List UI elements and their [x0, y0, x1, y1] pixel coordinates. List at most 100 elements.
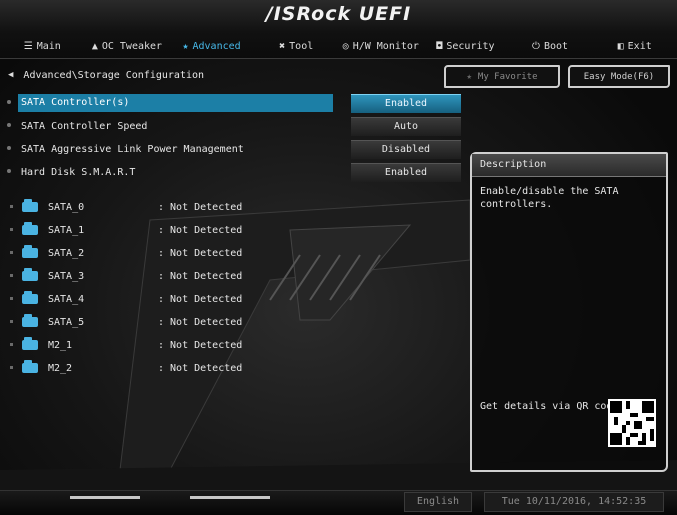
- easy-mode-button[interactable]: Easy Mode(F6): [568, 65, 670, 88]
- my-favorite-button[interactable]: ★ My Favorite: [444, 65, 560, 88]
- device-name: SATA_5: [48, 316, 85, 328]
- device-row: SATA_4 : Not Detected: [10, 289, 310, 309]
- option-row[interactable]: Hard Disk S.M.A.R.T Enabled: [7, 162, 461, 182]
- bullet-icon: [10, 205, 13, 208]
- drive-folder-icon: [22, 222, 38, 235]
- device-name: SATA_2: [48, 247, 85, 259]
- description-text: Enable/disable the SATA controllers.: [480, 186, 619, 210]
- rocket-icon: ▲: [91, 40, 98, 52]
- star-icon: ★: [466, 71, 472, 82]
- option-label: SATA Aggressive Link Power Management: [21, 143, 244, 155]
- tools-icon: ✖: [279, 40, 286, 52]
- device-row: SATA_0 : Not Detected: [10, 197, 310, 217]
- option-label: SATA Controller Speed: [21, 120, 148, 132]
- exit-icon: ◧: [617, 40, 624, 52]
- device-row: SATA_1 : Not Detected: [10, 220, 310, 240]
- date-time: Tue 10/11/2016, 14:52:35: [484, 492, 664, 512]
- device-status: : Not Detected: [158, 293, 243, 305]
- drive-folder-icon: [22, 360, 38, 373]
- bottom-decor-stripe: [70, 496, 140, 499]
- option-row[interactable]: SATA Controller(s) Enabled: [7, 93, 461, 113]
- device-row: M2_1 : Not Detected: [10, 335, 310, 355]
- option-row[interactable]: SATA Controller Speed Auto: [7, 116, 461, 136]
- breadcrumb: ◀ Advanced\Storage Configuration: [8, 66, 204, 84]
- tab-label: OC Tweaker: [101, 40, 163, 52]
- monitor-icon: ◎: [342, 40, 349, 52]
- power-icon: ⏻: [532, 40, 540, 52]
- drive-folder-icon: [22, 245, 38, 258]
- option-value-button[interactable]: Enabled: [351, 162, 461, 182]
- tab-tool[interactable]: ✖ Tool: [254, 36, 339, 56]
- bullet-icon: [10, 251, 13, 254]
- device-status: : Not Detected: [158, 316, 243, 328]
- language-selector[interactable]: English: [404, 492, 472, 512]
- bottom-decor-stripe: [190, 496, 270, 499]
- option-label: SATA Controller(s): [18, 94, 333, 112]
- tab-label: H/W Monitor: [352, 40, 419, 52]
- main-menu: ☰ Main ▲ OC Tweaker ★ Advanced ✖ Tool ◎ H/W Monit…: [0, 36, 677, 56]
- drive-folder-icon: [22, 337, 38, 350]
- back-arrow-icon[interactable]: ◀: [8, 70, 13, 80]
- bullet-icon: [7, 146, 11, 150]
- shield-icon: ◘: [436, 40, 443, 52]
- qr-label: Get details via QR code: [480, 401, 619, 412]
- device-row: SATA_5 : Not Detected: [10, 312, 310, 332]
- device-row: SATA_2 : Not Detected: [10, 243, 310, 263]
- tab-label: Security: [446, 40, 495, 52]
- option-value-button[interactable]: Disabled: [351, 139, 461, 159]
- bullet-icon: [7, 100, 11, 104]
- star-icon: ★: [182, 40, 189, 52]
- tab-exit[interactable]: ◧ Exit: [592, 36, 677, 56]
- drive-folder-icon: [22, 199, 38, 212]
- my-favorite-label: My Favorite: [477, 71, 538, 82]
- device-name: SATA_3: [48, 270, 85, 282]
- device-name: SATA_4: [48, 293, 85, 305]
- device-status: : Not Detected: [158, 224, 243, 236]
- tab-label: Boot: [543, 40, 569, 52]
- tab-label: Exit: [627, 40, 652, 52]
- option-row[interactable]: SATA Aggressive Link Power Management Dis…: [7, 139, 461, 159]
- tab-boot[interactable]: ⏻ Boot: [508, 36, 593, 56]
- brand-logo: /ISRock UEFI: [265, 3, 412, 25]
- device-name: SATA_0: [48, 201, 85, 213]
- description-title: Description: [472, 154, 666, 177]
- description-panel: Description Enable/disable the SATA cont…: [470, 152, 668, 472]
- device-name: M2_2: [48, 362, 73, 374]
- tab-label: Advanced: [192, 40, 241, 52]
- drive-folder-icon: [22, 314, 38, 327]
- tab-label: Main: [36, 40, 61, 52]
- device-name: M2_1: [48, 339, 73, 351]
- tab-oc-tweaker[interactable]: ▲ OC Tweaker: [85, 36, 170, 56]
- device-status: : Not Detected: [158, 339, 243, 351]
- device-status: : Not Detected: [158, 201, 243, 213]
- device-row: M2_2 : Not Detected: [10, 358, 310, 378]
- bullet-icon: [10, 297, 13, 300]
- option-label: Hard Disk S.M.A.R.T: [21, 166, 136, 178]
- bullet-icon: [7, 123, 11, 127]
- bullet-icon: [10, 366, 13, 369]
- tab-main[interactable]: ☰ Main: [0, 36, 85, 56]
- bullet-icon: [10, 274, 13, 277]
- tab-label: Tool: [289, 40, 314, 52]
- device-status: : Not Detected: [158, 270, 243, 282]
- list-icon: ☰: [23, 40, 33, 52]
- option-value-button[interactable]: Enabled: [351, 93, 461, 113]
- tab-h-w-monitor[interactable]: ◎ H/W Monitor: [339, 36, 424, 56]
- qr-code-icon: [608, 399, 656, 447]
- bullet-icon: [7, 169, 11, 173]
- device-name: SATA_1: [48, 224, 85, 236]
- tab-security[interactable]: ◘ Security: [423, 36, 508, 56]
- breadcrumb-path: Advanced\Storage Configuration: [23, 69, 205, 81]
- device-status: : Not Detected: [158, 362, 243, 374]
- top-bar: /ISRock UEFI ☰ Main ▲ OC Tweaker ★ Advanced ✖ T…: [0, 0, 677, 59]
- bullet-icon: [10, 320, 13, 323]
- device-row: SATA_3 : Not Detected: [10, 266, 310, 286]
- drive-folder-icon: [22, 268, 38, 281]
- easy-mode-label: Easy Mode(F6): [583, 71, 655, 82]
- drive-folder-icon: [22, 291, 38, 304]
- tab-advanced[interactable]: ★ Advanced: [169, 36, 254, 56]
- device-status: : Not Detected: [158, 247, 243, 259]
- bullet-icon: [10, 228, 13, 231]
- option-value-button[interactable]: Auto: [351, 116, 461, 136]
- bullet-icon: [10, 343, 13, 346]
